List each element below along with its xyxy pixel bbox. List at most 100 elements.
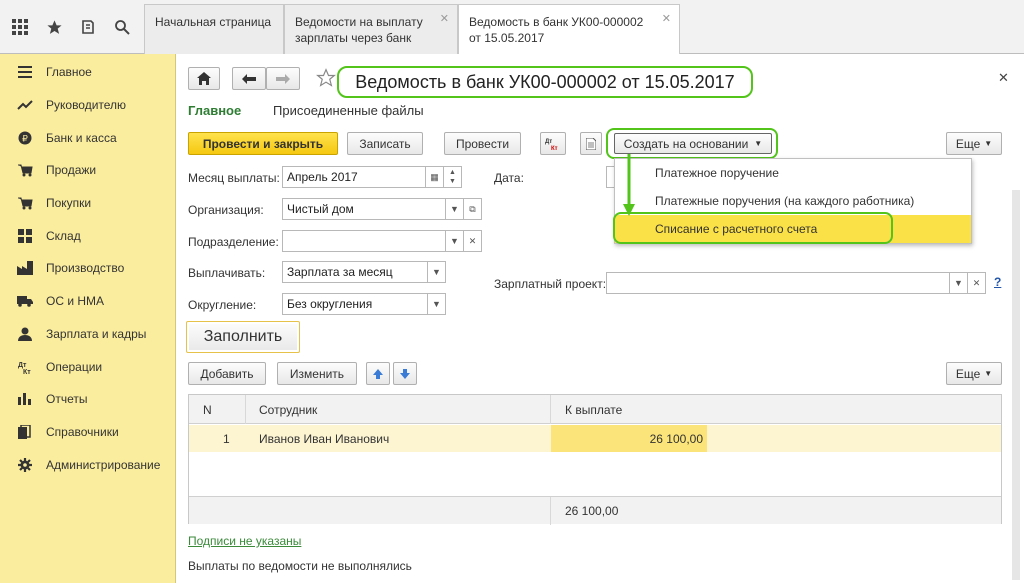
home-button[interactable] <box>188 67 220 90</box>
sidebar-item-salary[interactable]: Зарплата и кадры <box>0 318 175 351</box>
open-icon[interactable]: ⧉ <box>464 198 482 220</box>
svg-text:Кт: Кт <box>551 146 558 151</box>
sidebar-item-references[interactable]: Справочники <box>0 416 175 449</box>
employees-table: N Сотрудник К выплате 1 Иванов Иван Иван… <box>188 394 1002 525</box>
document-form: Ведомость в банк УК00-000002 от 15.05.20… <box>176 54 1024 583</box>
nav-main[interactable]: Главное <box>188 103 241 118</box>
sidebar-item-label: Покупки <box>46 196 92 211</box>
back-button[interactable] <box>232 67 266 90</box>
chevron-down-icon[interactable]: ▼ <box>428 261 446 283</box>
organization-field[interactable]: Чистый дом <box>282 198 446 220</box>
month-field[interactable]: Апрель 2017 <box>282 166 426 188</box>
chevron-down-icon[interactable]: ▼ <box>446 230 464 252</box>
document-icon <box>586 137 596 150</box>
nav-attached-files[interactable]: Присоединенные файлы <box>273 103 424 118</box>
rounding-field[interactable]: Без округления <box>282 293 428 315</box>
salary-project-field[interactable] <box>606 272 950 294</box>
svg-text:Кт: Кт <box>23 369 31 374</box>
signatures-link[interactable]: Подписи не указаны <box>188 534 301 548</box>
close-icon[interactable]: ✕ <box>998 70 1009 86</box>
fill-button[interactable]: Заполнить <box>186 321 300 353</box>
arrow-up-icon <box>373 368 383 379</box>
tab-bank-sheet[interactable]: Ведомость в банк УК00-000002 от 15.05.20… <box>458 4 680 55</box>
sidebar-item-label: Склад <box>46 228 81 243</box>
document-title-highlight: Ведомость в банк УК00-000002 от 15.05.20… <box>337 66 753 98</box>
close-icon[interactable]: ✕ <box>662 11 671 27</box>
salary-project-label: Зарплатный проект: <box>494 277 607 291</box>
column-header-n[interactable]: N <box>203 395 212 424</box>
sidebar-item-label: Банк и касса <box>46 130 117 145</box>
column-header-amount[interactable]: К выплате <box>565 395 622 424</box>
sidebar-item-bank[interactable]: ₽ Банк и касса <box>0 121 175 154</box>
add-button[interactable]: Добавить <box>188 362 266 385</box>
apps-grid-icon[interactable] <box>10 17 30 37</box>
favorite-star-icon[interactable] <box>316 68 338 90</box>
dt-kt-icon: ДтКт <box>16 359 34 375</box>
row-number: 1 <box>223 431 230 446</box>
clear-icon[interactable]: ✕ <box>464 230 482 252</box>
edit-button[interactable]: Изменить <box>277 362 357 385</box>
pay-type-label: Выплачивать: <box>188 266 266 280</box>
chevron-down-icon[interactable]: ▼ <box>446 198 464 220</box>
department-label: Подразделение: <box>188 235 279 249</box>
star-icon[interactable] <box>44 17 64 37</box>
row-employee: Иванов Иван Иванович <box>259 431 390 446</box>
sidebar-item-assets[interactable]: ОС и НМА <box>0 285 175 318</box>
sidebar-item-label: ОС и НМА <box>46 294 105 309</box>
post-button[interactable]: Провести <box>444 132 521 155</box>
top-icons <box>0 0 144 54</box>
arrow-right-icon <box>276 73 290 84</box>
sidebar-item-sales[interactable]: Продажи <box>0 154 175 187</box>
print-button[interactable] <box>580 132 602 155</box>
menu-item-payment-order[interactable]: Платежное поручение <box>615 159 971 187</box>
tab-home[interactable]: Начальная страница <box>144 4 284 54</box>
table-header: N Сотрудник К выплате <box>189 395 1001 424</box>
close-icon[interactable]: ✕ <box>440 11 449 27</box>
history-icon[interactable] <box>78 17 98 37</box>
sidebar: Главное Руководителю ₽ Банк и касса Прод… <box>0 54 176 583</box>
forward-button[interactable] <box>266 67 300 90</box>
sidebar-item-manager[interactable]: Руководителю <box>0 89 175 122</box>
organization-label: Организация: <box>188 203 264 217</box>
sidebar-item-main[interactable]: Главное <box>0 56 175 89</box>
cart-icon <box>16 162 34 178</box>
sidebar-item-purchases[interactable]: Покупки <box>0 187 175 220</box>
search-icon[interactable] <box>112 17 132 37</box>
sidebar-item-warehouse[interactable]: Склад <box>0 219 175 252</box>
chevron-down-icon[interactable]: ▼ <box>950 272 968 294</box>
payment-status-text: Выплаты по ведомости не выполнялись <box>188 559 412 573</box>
menu-item-payment-orders-each[interactable]: Платежные поручения (на каждого работник… <box>615 187 971 215</box>
highlight-debit-item <box>613 212 893 244</box>
page-title: Ведомость в банк УК00-000002 от 15.05.20… <box>355 71 735 92</box>
book-icon <box>16 424 34 440</box>
arrow-left-icon <box>242 73 256 84</box>
help-link[interactable]: ? <box>994 275 1001 289</box>
chevron-down-icon[interactable]: ▼ <box>428 293 446 315</box>
truck-icon <box>16 293 34 309</box>
table-row[interactable]: 1 Иванов Иван Иванович 26 100,00 <box>189 425 1001 452</box>
calendar-icon[interactable]: ▦ <box>426 166 444 188</box>
pay-type-field[interactable]: Зарплата за месяц <box>282 261 428 283</box>
table-more-button[interactable]: Еще ▼ <box>946 362 1002 385</box>
scrollbar[interactable] <box>1012 190 1020 580</box>
save-button[interactable]: Записать <box>347 132 423 155</box>
column-header-employee[interactable]: Сотрудник <box>259 395 317 424</box>
sidebar-item-admin[interactable]: Администрирование <box>0 448 175 481</box>
sidebar-item-label: Руководителю <box>46 98 127 113</box>
sidebar-item-label: Главное <box>46 65 92 80</box>
sidebar-item-production[interactable]: Производство <box>0 252 175 285</box>
sidebar-item-reports[interactable]: Отчеты <box>0 383 175 416</box>
post-and-close-button[interactable]: Провести и закрыть <box>188 132 338 155</box>
move-down-button[interactable] <box>393 362 417 385</box>
sidebar-item-operations[interactable]: Дт Кт Операции <box>0 350 175 383</box>
table-footer: 26 100,00 <box>189 496 1001 525</box>
more-button[interactable]: Еще ▼ <box>946 132 1002 155</box>
spin-stepper-icon[interactable]: ▲ ▼ <box>444 166 462 188</box>
dt-kt-button[interactable]: Дт Кт <box>540 132 566 155</box>
move-up-button[interactable] <box>366 362 390 385</box>
tab-pay-sheets[interactable]: Ведомости на выплату зарплаты через банк… <box>284 4 458 54</box>
clear-icon[interactable]: ✕ <box>968 272 986 294</box>
department-field[interactable] <box>282 230 446 252</box>
date-label: Дата: <box>494 171 524 185</box>
top-bar: Начальная страница Ведомости на выплату … <box>0 0 1024 55</box>
